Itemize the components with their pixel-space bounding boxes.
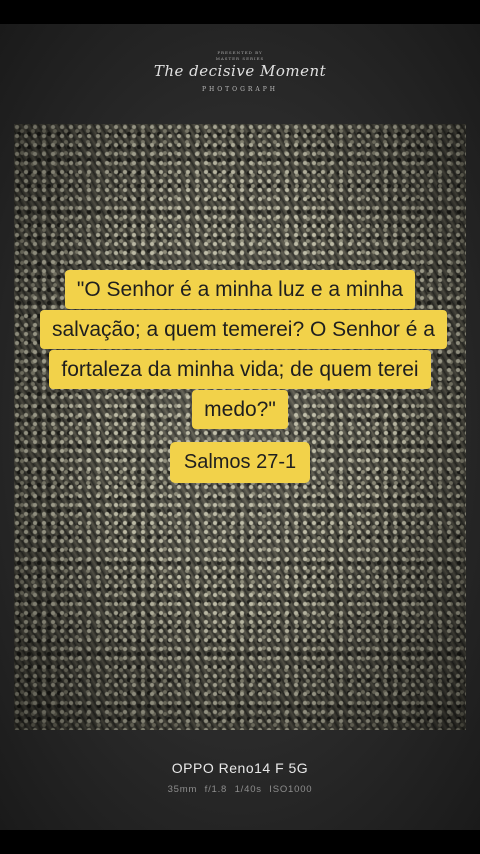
quote-reference-box: Salmos 27-1: [0, 442, 480, 483]
watermark-header: PRESENTED BY MASTER SERIES The decisive …: [0, 24, 480, 124]
exif-shutter: 1/40s: [234, 784, 262, 795]
quote-line: fortaleza da minha vida; de quem terei: [49, 350, 431, 389]
quote-line: medo?": [192, 390, 288, 429]
exif-info: 35mm f/1.8 1/40s ISO1000: [0, 784, 480, 795]
watermark-line1: PRESENTED BY: [217, 50, 263, 55]
watermark-signature: The decisive Moment: [153, 62, 327, 80]
watermark-line2: MASTER SERIES: [215, 56, 265, 61]
quote-line: salvação; a quem temerei? O Senhor é a: [40, 310, 447, 349]
quote-line: "O Senhor é a minha luz e a minha: [64, 270, 416, 309]
exif-focal: 35mm: [167, 784, 198, 795]
bible-quote: "O Senhor é a minha luz e a minha salvaç…: [40, 270, 447, 430]
exif-aperture: f/1.8: [204, 784, 228, 795]
quote-reference: Salmos 27-1: [169, 442, 311, 483]
camera-footer: OPPO Reno14 F 5G 35mm f/1.8 1/40s ISO100…: [0, 760, 480, 795]
watermark-subtitle: PHOTOGRAPH: [201, 86, 279, 93]
exif-iso: ISO1000: [269, 784, 313, 795]
device-name: OPPO Reno14 F 5G: [171, 760, 309, 776]
